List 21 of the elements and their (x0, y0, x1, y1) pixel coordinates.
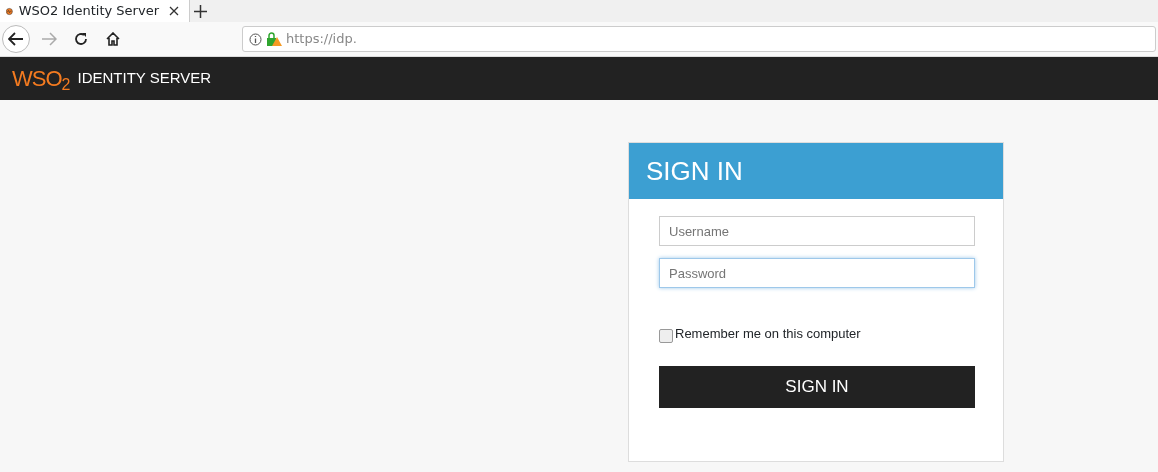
address-bar[interactable]: https://idp. (242, 26, 1156, 52)
tab-title: WSO2 Identity Server (18, 2, 159, 21)
home-icon (106, 32, 120, 46)
forward-icon (41, 32, 57, 46)
product-name: IDENTITY SERVER (77, 68, 212, 89)
url-text: https://idp. (286, 30, 357, 49)
checkbox-label: Remember me on this computer (675, 325, 861, 343)
close-icon (169, 6, 179, 16)
checkbox[interactable] (659, 328, 673, 343)
logo: WSO$_{2}$ (12, 67, 70, 90)
warning-lock-icon (266, 31, 282, 47)
input-field[interactable]: Username (659, 216, 975, 246)
input-field[interactable]: Password (659, 258, 975, 288)
info-icon (249, 32, 262, 46)
panel-title: SIGN IN (629, 143, 1003, 199)
reload-icon (74, 32, 88, 46)
sign-in-button[interactable]: SIGN IN (659, 365, 975, 408)
plus-icon (194, 4, 207, 18)
back-icon (8, 32, 24, 46)
browser-tab[interactable]: WSO2 Identity Server (0, 0, 190, 22)
back-button[interactable] (2, 25, 30, 53)
